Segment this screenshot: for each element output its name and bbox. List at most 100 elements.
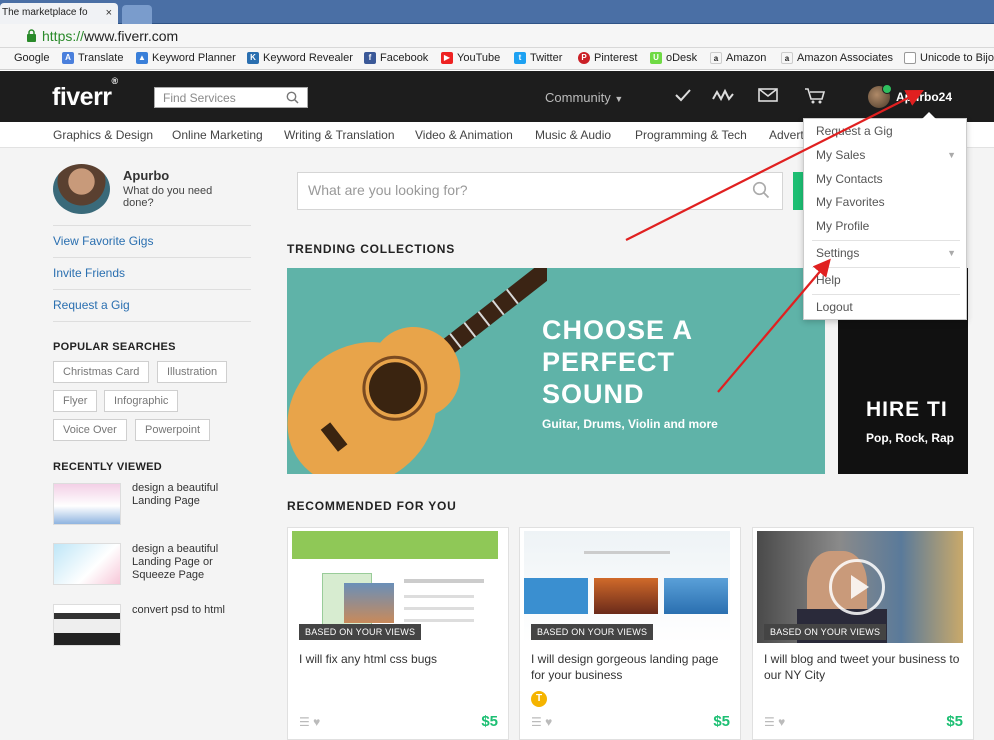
menu-item-logout[interactable]: Logout xyxy=(816,300,853,314)
category-programming-tech[interactable]: Programming & Tech xyxy=(635,128,747,142)
community-menu[interactable]: Community ▼ xyxy=(545,90,623,105)
popular-search-tag[interactable]: Flyer xyxy=(53,390,98,412)
menu-icon[interactable]: ☰ xyxy=(299,715,310,729)
heart-icon[interactable]: ♥ xyxy=(313,715,320,729)
banner-headline: CHOOSE A PERFECT SOUND xyxy=(542,315,694,409)
header-search-input[interactable]: Find Services xyxy=(154,87,308,108)
heart-icon[interactable]: ♥ xyxy=(545,715,552,729)
menu-item-my-sales[interactable]: My Sales xyxy=(816,148,865,162)
recommended-heading: RECOMMENDED FOR YOU xyxy=(287,499,457,513)
bookmark-amazon-associates[interactable]: a Amazon Associates xyxy=(781,52,893,64)
profile-avatar[interactable] xyxy=(53,164,110,214)
menu-icon[interactable]: ☰ xyxy=(531,715,542,729)
bookmark-youtube[interactable]: ▶ YouTube xyxy=(441,52,500,64)
recent-gig-title[interactable]: convert psd to html xyxy=(132,604,242,617)
fiverr-logo[interactable]: fiverr® xyxy=(52,76,118,112)
recent-gig-thumbnail[interactable] xyxy=(53,604,121,646)
bookmark-pinterest[interactable]: P Pinterest xyxy=(578,52,637,64)
new-tab-button[interactable] xyxy=(122,5,152,24)
banner-subtitle: Pop, Rock, Rap xyxy=(866,431,955,445)
heart-icon[interactable]: ♥ xyxy=(778,715,785,729)
menu-item-my-favorites[interactable]: My Favorites xyxy=(816,195,885,209)
recent-gig-title[interactable]: design a beautiful Landing Page xyxy=(132,482,242,508)
gig-price: $5 xyxy=(713,713,730,730)
gig-title[interactable]: I will blog and tweet your business to o… xyxy=(764,651,964,683)
category-video-animation[interactable]: Video & Animation xyxy=(415,128,513,142)
bookmark-google[interactable]: Google xyxy=(14,52,49,64)
gig-actions: ☰ ♥ xyxy=(299,715,320,729)
bookmark-translate[interactable]: A Translate xyxy=(62,52,123,64)
category-music-audio[interactable]: Music & Audio xyxy=(535,128,611,142)
bookmark-amazon[interactable]: a Amazon xyxy=(710,52,766,64)
menu-item-help[interactable]: Help xyxy=(816,273,841,287)
gig-price: $5 xyxy=(946,713,963,730)
pinterest-icon: P xyxy=(578,52,590,64)
site-header: fiverr® Find Services Community ▼ Apurbo… xyxy=(0,71,994,122)
category-advertising[interactable]: Advert xyxy=(769,128,804,142)
chevron-down-icon[interactable]: ▼ xyxy=(947,248,956,258)
search-icon[interactable] xyxy=(286,91,299,104)
request-gig-link[interactable]: Request a Gig xyxy=(53,298,130,312)
recent-gig-thumbnail[interactable] xyxy=(53,483,121,525)
guitar-image xyxy=(287,268,547,474)
analytics-icon[interactable] xyxy=(712,87,734,103)
gig-actions: ☰ ♥ xyxy=(764,715,785,729)
popular-search-tag[interactable]: Voice Over xyxy=(53,419,127,441)
bookmark-facebook[interactable]: f Facebook xyxy=(364,52,428,64)
avatar xyxy=(868,84,892,108)
search-icon[interactable] xyxy=(752,181,770,199)
bookmark-keyword-revealer[interactable]: K Keyword Revealer xyxy=(247,52,353,64)
adwords-icon: ▲ xyxy=(136,52,148,64)
main-search-input[interactable]: What are you looking for? xyxy=(297,172,783,210)
trending-banner-sound[interactable]: CHOOSE A PERFECT SOUND Guitar, Drums, Viol… xyxy=(287,268,825,474)
user-dropdown-menu: Request a Gig My Sales ▼ My Contacts My … xyxy=(803,112,967,320)
bookmark-twitter[interactable]: t Twitter xyxy=(514,52,562,64)
divider xyxy=(53,289,251,290)
recently-viewed-heading: RECENTLY VIEWED xyxy=(53,461,163,473)
address-bar[interactable]: https://www.fiverr.com xyxy=(0,24,994,48)
tab-title: The marketplace fo xyxy=(2,7,88,18)
inbox-icon[interactable] xyxy=(758,87,778,103)
gig-card[interactable]: BASED ON YOUR VIEWS I will fix any html … xyxy=(287,527,509,740)
profile-name[interactable]: Apurbo xyxy=(123,168,169,183)
checkmark-icon[interactable] xyxy=(674,87,692,103)
bookmark-keyword-planner[interactable]: ▲ Keyword Planner xyxy=(136,52,236,64)
page-icon xyxy=(904,52,916,64)
menu-icon[interactable]: ☰ xyxy=(764,715,775,729)
gig-card[interactable]: BASED ON YOUR VIEWS I will blog and twee… xyxy=(752,527,974,740)
gig-actions: ☰ ♥ xyxy=(531,715,552,729)
gig-card[interactable]: BASED ON YOUR VIEWS I will design gorgeo… xyxy=(519,527,741,740)
recent-gig-title[interactable]: design a beautiful Landing Page or Squee… xyxy=(132,543,242,582)
popular-search-tag[interactable]: Powerpoint xyxy=(135,419,211,441)
menu-item-my-contacts[interactable]: My Contacts xyxy=(816,172,883,186)
chevron-down-icon[interactable]: ▼ xyxy=(947,150,956,160)
menu-item-settings[interactable]: Settings xyxy=(816,246,859,260)
category-online-marketing[interactable]: Online Marketing xyxy=(172,128,263,142)
cart-icon[interactable] xyxy=(804,87,826,105)
category-writing-translation[interactable]: Writing & Translation xyxy=(284,128,395,142)
category-graphics-design[interactable]: Graphics & Design xyxy=(53,128,153,142)
view-favorite-gigs-link[interactable]: View Favorite Gigs xyxy=(53,234,153,248)
gig-title[interactable]: I will design gorgeous landing page for … xyxy=(531,651,731,683)
gig-title[interactable]: I will fix any html css bugs xyxy=(299,651,499,667)
popular-search-tag[interactable]: Infographic xyxy=(104,390,179,412)
divider xyxy=(53,225,251,226)
popular-search-tag[interactable]: Illustration xyxy=(157,361,228,383)
bookmarks-bar: Google A Translate ▲ Keyword Planner K Keyw… xyxy=(0,48,994,70)
keyword-revealer-icon: K xyxy=(247,52,259,64)
close-tab-icon[interactable]: × xyxy=(106,7,112,19)
bookmark-unicode[interactable]: Unicode to Bijo xyxy=(904,52,994,64)
bookmark-odesk[interactable]: UoDesk xyxy=(650,52,697,64)
popular-search-tag[interactable]: Christmas Card xyxy=(53,361,150,383)
divider xyxy=(812,240,960,241)
top-rated-badge: T xyxy=(531,691,547,707)
menu-item-request-gig[interactable]: Request a Gig xyxy=(816,124,893,138)
search-submit-button[interactable] xyxy=(793,172,803,210)
banner-headline: HIRE TI xyxy=(866,398,948,421)
browser-tab[interactable]: The marketplace fo × xyxy=(0,3,118,24)
gig-price: $5 xyxy=(481,713,498,730)
menu-item-my-profile[interactable]: My Profile xyxy=(816,219,869,233)
user-menu[interactable]: Apurbo24 xyxy=(868,84,952,109)
recent-gig-thumbnail[interactable] xyxy=(53,543,121,585)
invite-friends-link[interactable]: Invite Friends xyxy=(53,266,125,280)
